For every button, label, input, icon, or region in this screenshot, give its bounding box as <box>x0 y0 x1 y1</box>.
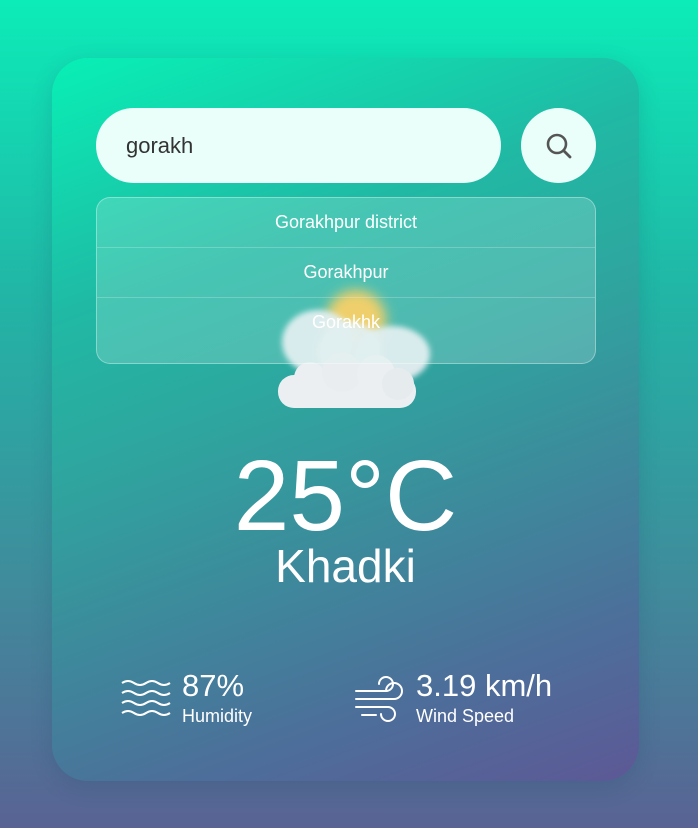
search-button[interactable] <box>521 108 596 183</box>
search-suggestions-dropdown: Gorakhpur district Gorakhpur Gorakhk <box>96 197 596 364</box>
search-icon <box>546 133 571 158</box>
weather-card: Gorakhpur district Gorakhpur Gorakhk 25°… <box>52 58 639 781</box>
wind-stat: 3.19 km/h Wind Speed <box>354 670 552 727</box>
suggestion-item[interactable]: Gorakhk <box>97 298 595 347</box>
wind-speed-value: 3.19 km/h <box>416 668 553 703</box>
humidity-value: 87% <box>182 668 245 703</box>
humidity-stat: 87% Humidity <box>120 670 252 727</box>
suggestion-item[interactable]: Gorakhpur <box>97 248 595 298</box>
wind-speed-label: Wind Speed <box>416 706 515 726</box>
search-input[interactable] <box>96 108 501 183</box>
suggestion-item[interactable]: Gorakhpur district <box>97 198 595 248</box>
city-name: Khadki <box>275 540 416 592</box>
temperature: 25°C <box>233 440 458 552</box>
humidity-label: Humidity <box>182 706 253 726</box>
humidity-waves-icon <box>121 679 171 716</box>
wind-icon <box>355 675 403 722</box>
